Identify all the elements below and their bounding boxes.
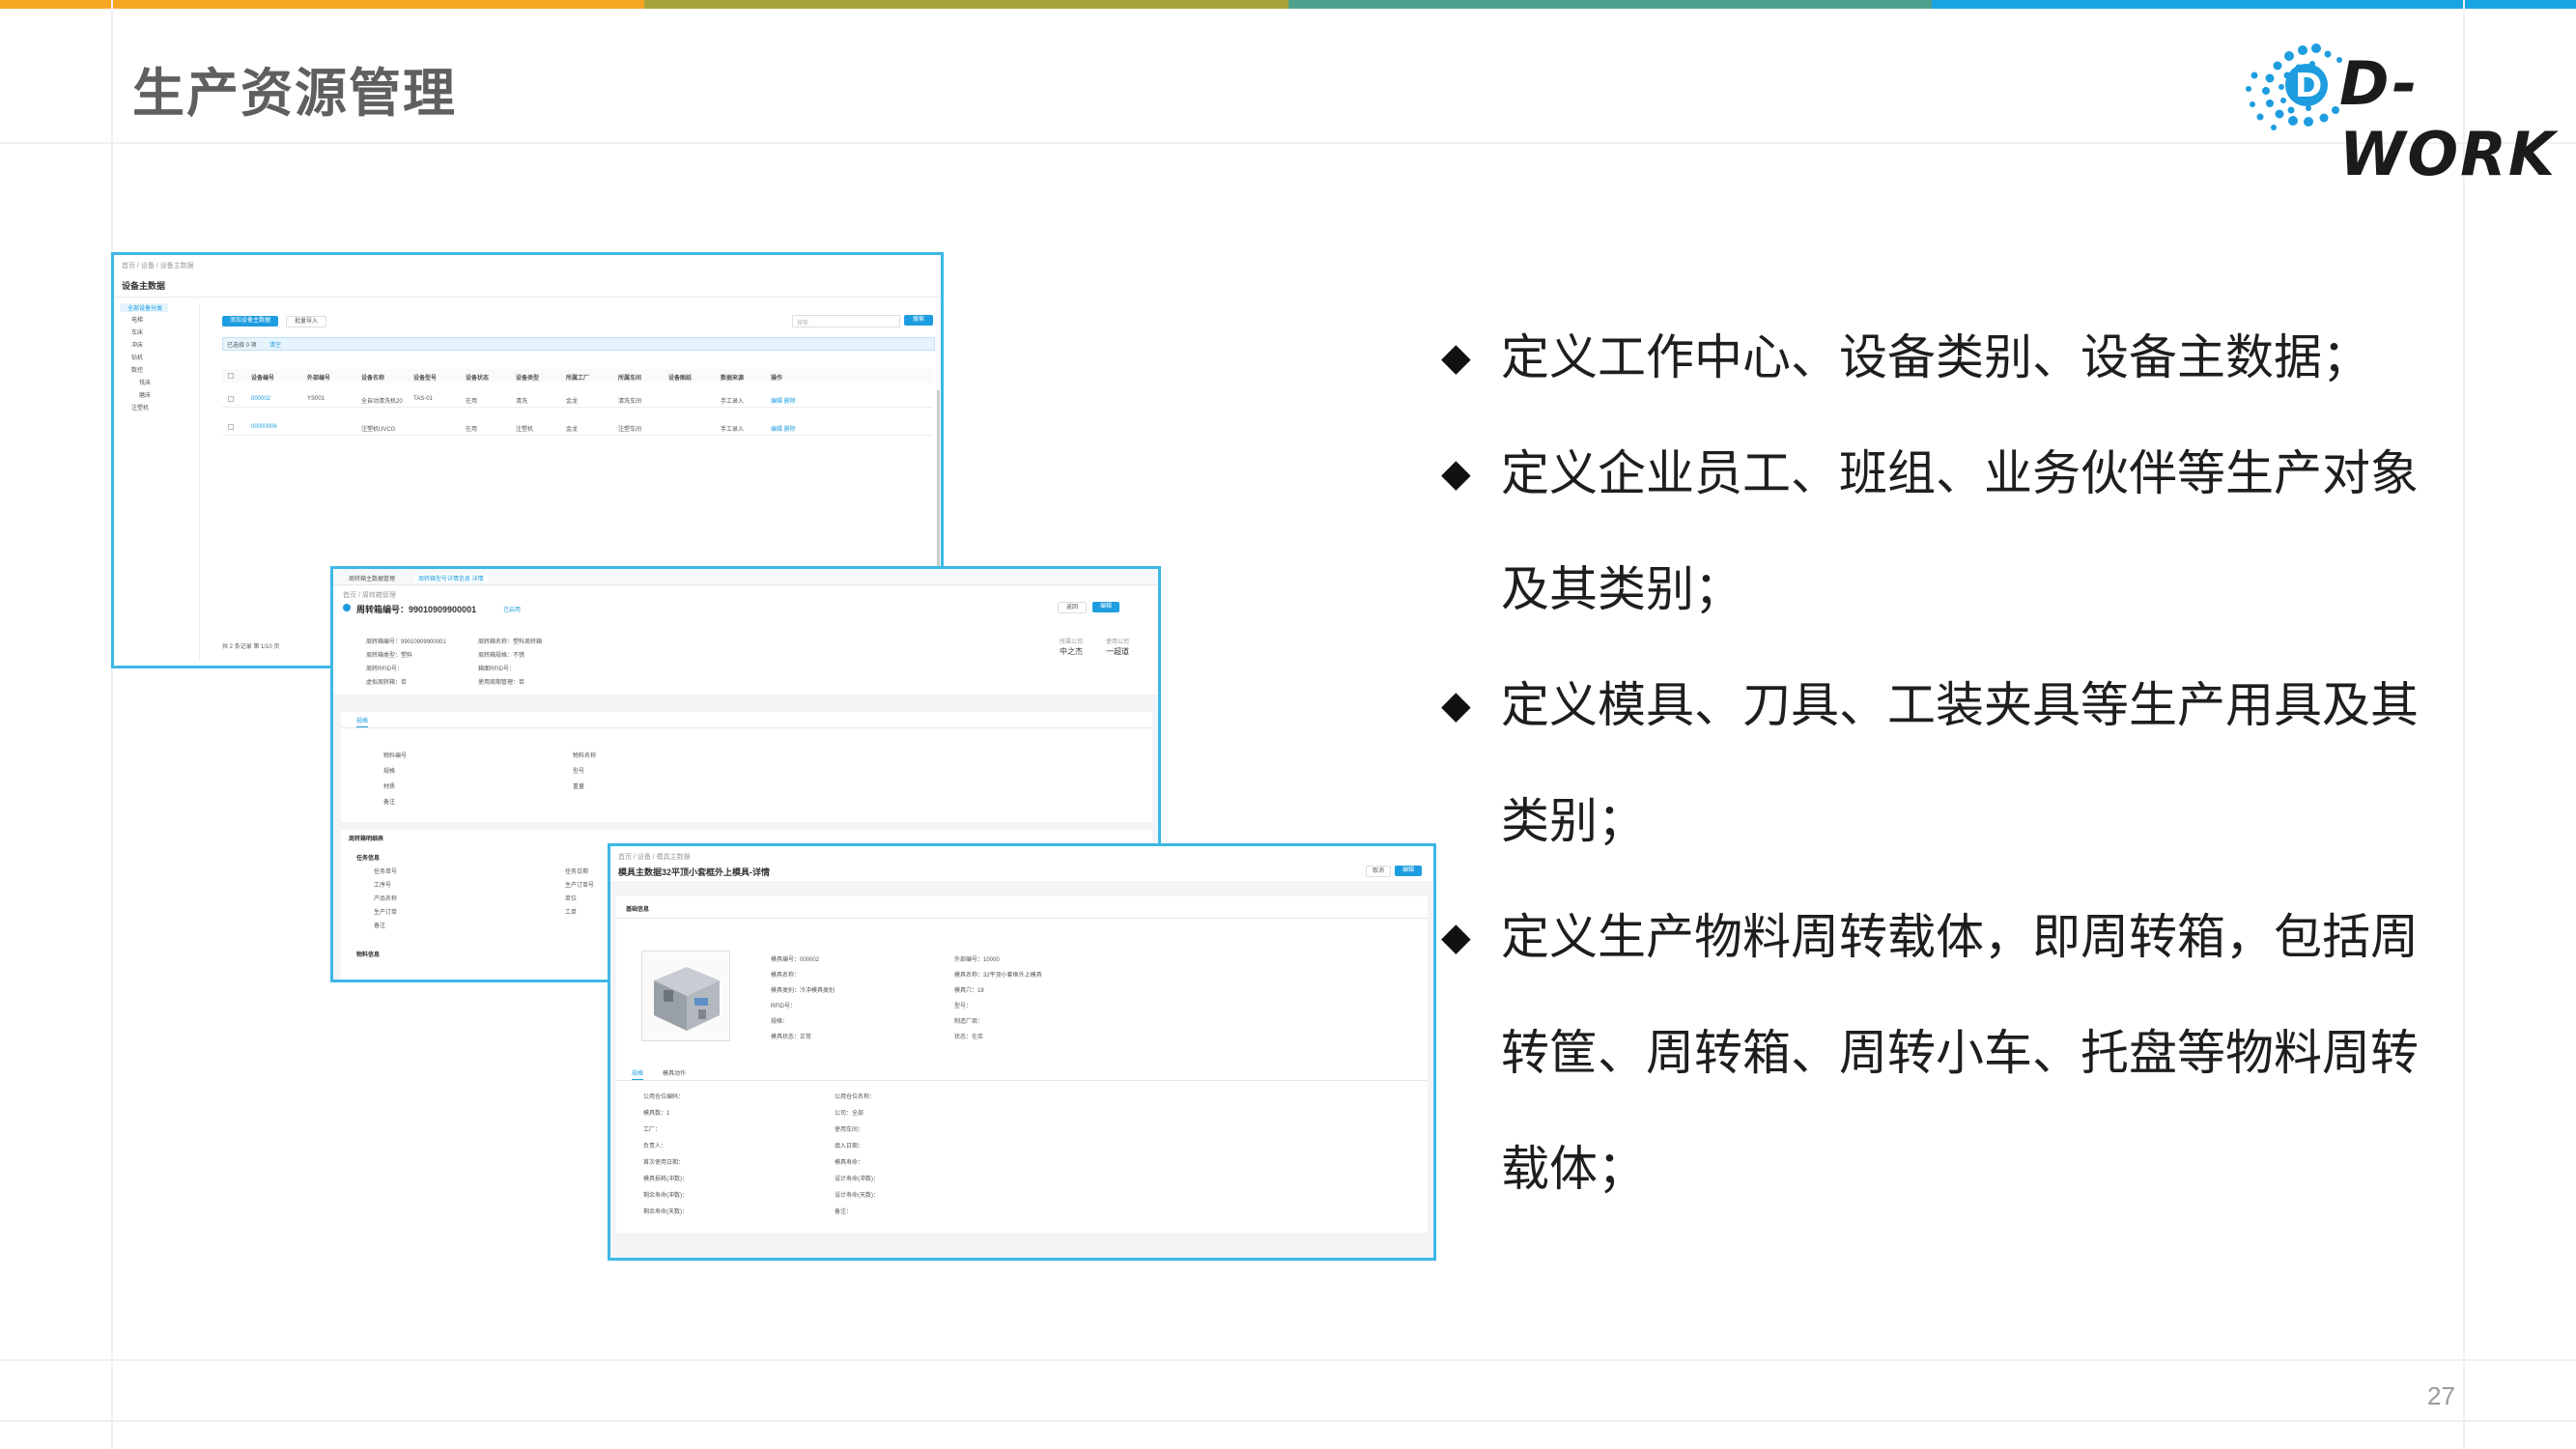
- page-number: 27: [2427, 1381, 2455, 1410]
- edit-button[interactable]: 编辑: [1092, 602, 1119, 612]
- list-item-continuation: 及其类别；: [1501, 562, 1742, 616]
- edit-button[interactable]: 编辑: [1395, 866, 1422, 876]
- clear-link[interactable]: 清空: [269, 340, 281, 349]
- diamond-bullet-icon: ◆: [1441, 916, 1471, 958]
- tree-node[interactable]: 车床: [120, 327, 168, 336]
- tree-node[interactable]: 铣床: [120, 378, 168, 386]
- tree-node[interactable]: 冲床: [120, 340, 168, 349]
- diamond-bullet-icon: ◆: [1441, 452, 1471, 495]
- table-row: 000002 YS001 全自动清洗机20 TAS-01 在用 清洗 金龙 清洗…: [222, 393, 933, 408]
- tab-mold-action[interactable]: 模具动作: [663, 1068, 686, 1077]
- logo-text: D-WORK: [2339, 48, 2557, 189]
- tab-bar: 周转箱主数据管理 周转箱型号详情信息 详情: [333, 569, 1158, 585]
- selection-info-bar: 已选择 0 项 清空: [222, 337, 935, 351]
- pagination-info: 共 2 条记录 第 1/10 页: [222, 644, 280, 650]
- tree-node[interactable]: 钻机: [120, 353, 168, 361]
- search-input[interactable]: 搜索: [792, 315, 900, 327]
- spec-card: 规格 物料编号 规格 材质 备注 物料名称 型号 重量: [341, 712, 1152, 822]
- guide-line: [0, 142, 2576, 144]
- tab-turnover-detail[interactable]: 周转箱型号详情信息 详情: [414, 574, 488, 582]
- tree-node[interactable]: 电梯: [120, 315, 168, 324]
- add-equipment-button[interactable]: 添加设备主数据: [222, 316, 278, 327]
- row-checkbox[interactable]: [228, 396, 234, 402]
- mold-image: [641, 951, 730, 1041]
- top-bar-segment: [643, 0, 1288, 9]
- divider: [199, 303, 200, 661]
- scrollbar[interactable]: [1433, 1233, 1436, 1261]
- select-all-checkbox[interactable]: [228, 373, 234, 379]
- svg-text:D: D: [2295, 67, 2322, 105]
- diamond-bullet-icon: ◆: [1441, 684, 1471, 726]
- box-icon: [343, 604, 351, 611]
- tree-node[interactable]: 数控: [120, 365, 168, 374]
- mold-master-screenshot: 首页 / 设备 / 模具主数据 模具主数据32平顶小套框外上模具-详情 取消 编…: [608, 843, 1436, 1261]
- search-button[interactable]: 搜索: [904, 315, 933, 326]
- cancel-button[interactable]: 取消: [1366, 866, 1391, 877]
- list-item-continuation: 转筐、周转箱、周转小车、托盘等物料周转: [1501, 1026, 2419, 1080]
- list-item: ◆ 定义生产物料周转载体，即周转箱，包括周: [1441, 879, 2465, 995]
- back-button[interactable]: 返回: [1058, 602, 1087, 613]
- page-title: 生产资源管理: [132, 65, 457, 123]
- mold-machine-icon: [654, 967, 720, 1031]
- table-row: 00000006 注塑机UVCG 在用 注塑机 金龙 注塑车间 手工录入 编辑 …: [222, 421, 933, 436]
- table-header: 设备编号 外部编号 设备名称 设备型号 设备状态 设备类型 所属工厂 所属车间 …: [222, 369, 933, 383]
- divider: [616, 1080, 1428, 1081]
- breadcrumb: 首页 / 周转箱管理: [343, 592, 396, 599]
- status-badge: 已启用: [503, 608, 522, 613]
- guide-line: [0, 1359, 2576, 1361]
- top-bar-segment: [0, 0, 644, 9]
- feature-list: ◆ 定义工作中心、设备类别、设备主数据； ◆ 定义企业员工、班组、业务伙伴等生产对象…: [1441, 299, 2465, 1227]
- diamond-bullet-icon: ◆: [1441, 336, 1471, 379]
- row-checkbox[interactable]: [228, 424, 234, 430]
- batch-import-button[interactable]: 批量导入: [286, 316, 326, 327]
- divider: [616, 918, 1428, 919]
- list-item: ◆ 定义工作中心、设备类别、设备主数据；: [1441, 299, 2465, 415]
- row-actions[interactable]: 编辑 删除: [771, 424, 796, 433]
- tab-spec[interactable]: 规格: [356, 716, 369, 727]
- dwork-logo: D D-WORK: [2231, 27, 2564, 189]
- row-actions[interactable]: 编辑 删除: [771, 396, 796, 405]
- list-item-continuation: 载体；: [1501, 1142, 1646, 1196]
- tree-node[interactable]: 注塑机: [120, 403, 168, 412]
- screen-title: 周转箱编号：99010909900001: [356, 605, 477, 614]
- tree-node[interactable]: 磨床: [120, 390, 168, 399]
- tree-node[interactable]: 全部设备分类: [120, 303, 168, 312]
- spec-card: 规格 模具动作 公用仓位编码： 模具数：1 工厂： 负责人： 首次使用日期： 模…: [616, 1063, 1428, 1233]
- top-bar-segment: [1932, 0, 2576, 9]
- screen-title: 模具主数据32平顶小套框外上模具-详情: [618, 867, 771, 877]
- top-bar-segment: [1288, 0, 1933, 9]
- breadcrumb: 首页 / 设备 / 设备主数据: [122, 263, 194, 270]
- divider: [114, 297, 941, 298]
- list-item: ◆ 定义企业员工、班组、业务伙伴等生产对象: [1441, 415, 2465, 531]
- list-item: ◆ 定义模具、刀具、工装夹具等生产用具及其: [1441, 647, 2465, 763]
- guide-line: [0, 1420, 2576, 1422]
- tab-turnover-list[interactable]: 周转箱主数据管理: [349, 574, 395, 582]
- breadcrumb: 首页 / 设备 / 模具主数据: [618, 854, 691, 861]
- tab-spec[interactable]: 规格: [632, 1068, 644, 1080]
- category-tree: 全部设备分类 电梯 车床 冲床 钻机 数控 铣床 磨床 注塑机: [120, 303, 168, 415]
- divider: [341, 727, 1152, 728]
- list-item-continuation: 类别；: [1501, 794, 1646, 848]
- guide-line: [111, 0, 113, 1449]
- top-color-bar: [0, 0, 2576, 9]
- screen-title: 设备主数据: [122, 281, 166, 291]
